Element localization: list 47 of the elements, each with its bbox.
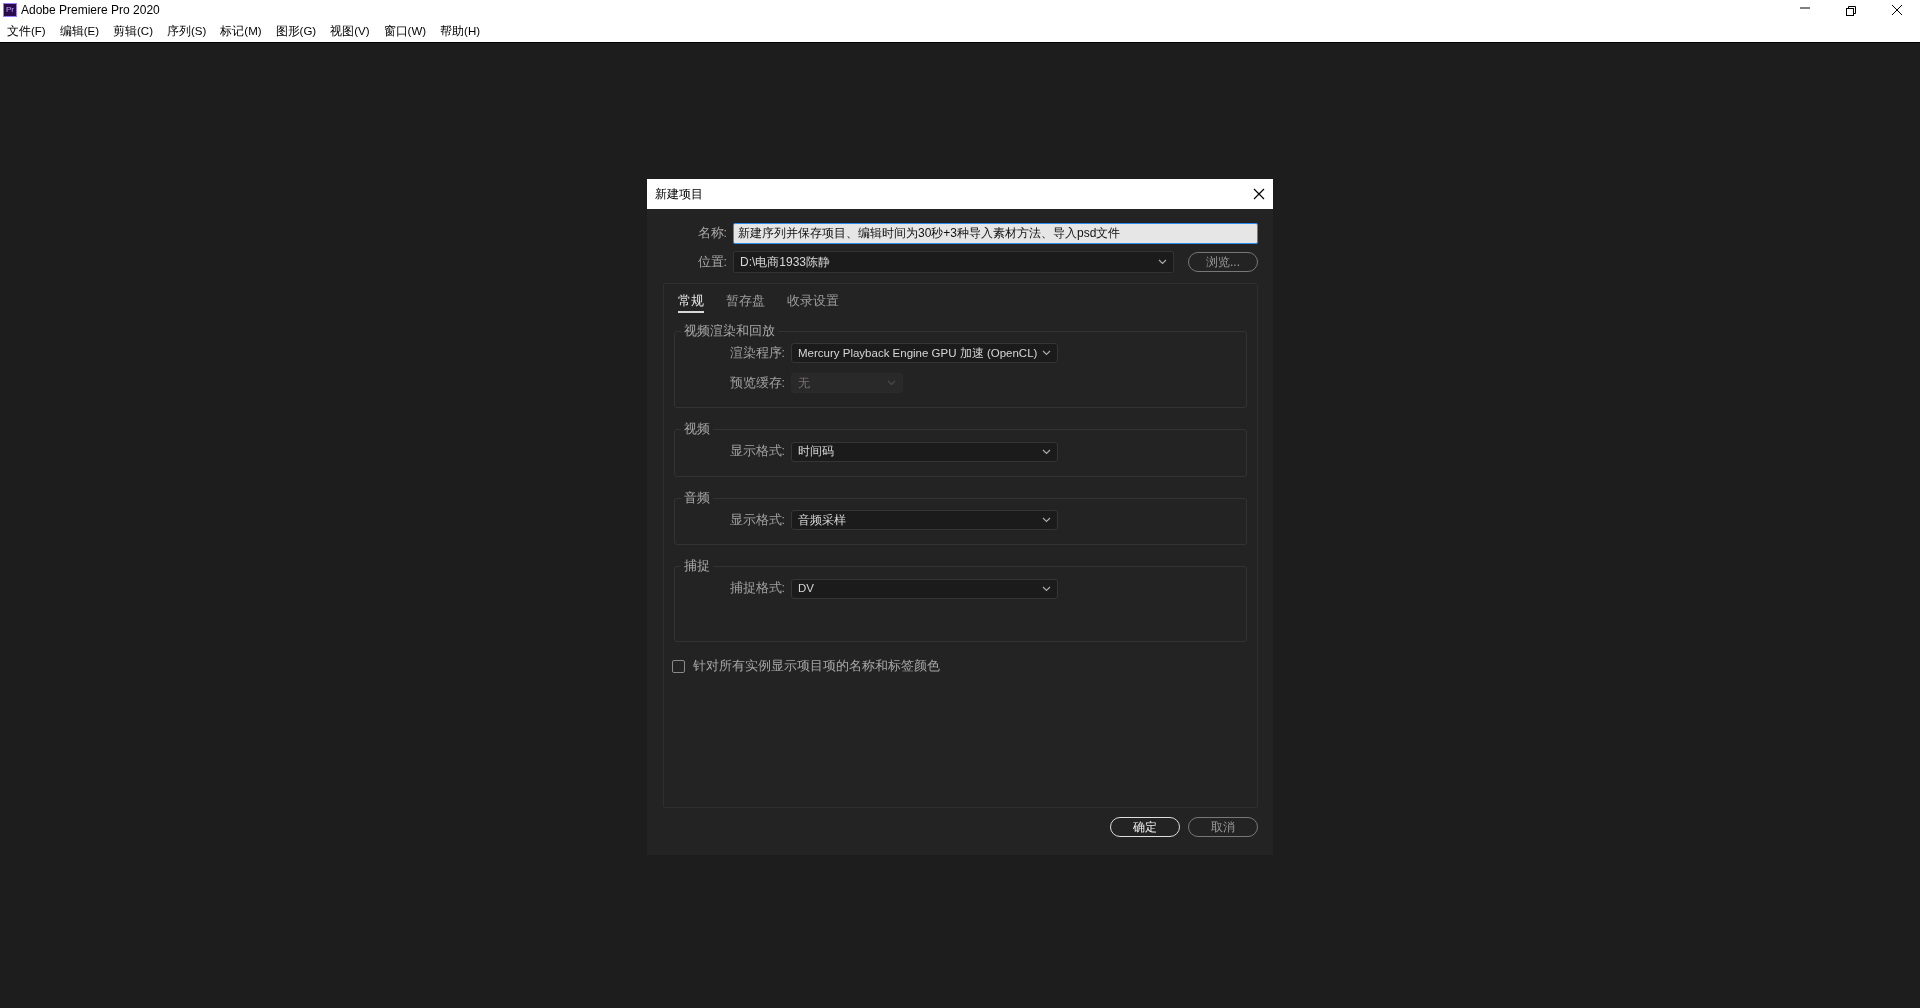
dropdown-value: 时间码 [798, 444, 834, 460]
name-field[interactable]: 新建序列并保存项目、编辑时间为30秒+3种导入素材方法、导入psd文件 [733, 223, 1258, 244]
dialog-title: 新建项目 [655, 186, 703, 203]
chevron-down-icon [1042, 517, 1051, 524]
dropdown-value: 音频采样 [798, 512, 846, 528]
menu-item[interactable]: 标记(M) [213, 20, 269, 42]
group-title: 视频渲染和回放 [683, 324, 776, 338]
chevron-down-icon [887, 380, 896, 387]
setting-label: 显示格式: [728, 511, 785, 529]
setting-dropdown[interactable]: Mercury Playback Engine GPU 加速 (OpenCL) [791, 343, 1058, 364]
setting-label: 捕捉格式: [728, 580, 785, 598]
dropdown-value: Mercury Playback Engine GPU 加速 (OpenCL) [798, 345, 1038, 361]
setting-dropdown[interactable]: 时间码 [791, 441, 1058, 462]
checkbox-label: 针对所有实例显示项目项的名称和标签颜色 [693, 658, 940, 676]
location-value: D:\电商1933陈静 [740, 254, 831, 271]
tab[interactable]: 收录设置 [787, 290, 839, 313]
menu-item[interactable]: 剪辑(C) [106, 20, 160, 42]
menu-item[interactable]: 编辑(E) [52, 20, 107, 42]
menu-item[interactable]: 图形(G) [268, 20, 324, 42]
location-dropdown[interactable]: D:\电商1933陈静 [733, 251, 1174, 273]
setting-dropdown[interactable]: DV [791, 578, 1058, 599]
menu-item[interactable]: 文件(F) [0, 20, 53, 42]
dropdown-value: DV [798, 581, 814, 597]
setting-label: 显示格式: [728, 443, 785, 461]
group-title: 音频 [683, 491, 711, 505]
window-title: Adobe Premiere Pro 2020 [21, 2, 161, 19]
group-title: 视频 [683, 423, 711, 436]
chevron-down-icon [1042, 448, 1051, 455]
app-icon: Pr [3, 3, 17, 17]
dropdown-value: 无 [798, 375, 810, 391]
tab[interactable]: 暂存盘 [726, 290, 765, 313]
chevron-down-icon [1042, 585, 1051, 592]
menu-item[interactable]: 帮助(H) [433, 20, 488, 42]
group-title: 捕捉 [683, 560, 711, 573]
checkbox[interactable] [672, 660, 685, 674]
field-label: 位置: [696, 253, 727, 271]
tab[interactable]: 常规 [678, 290, 704, 313]
setting-label: 渲染程序: [728, 344, 785, 362]
chevron-down-icon [1042, 350, 1051, 357]
setting-label: 预览缓存: [728, 374, 785, 392]
chevron-down-icon [1158, 259, 1167, 265]
menu-item[interactable]: 窗口(W) [376, 20, 434, 42]
menu-item[interactable]: 序列(S) [160, 20, 214, 42]
close-icon[interactable] [1253, 188, 1265, 200]
setting-dropdown[interactable]: 音频采样 [791, 510, 1058, 531]
menu-item[interactable]: 视图(V) [323, 20, 377, 42]
field-label: 名称: [696, 225, 727, 243]
